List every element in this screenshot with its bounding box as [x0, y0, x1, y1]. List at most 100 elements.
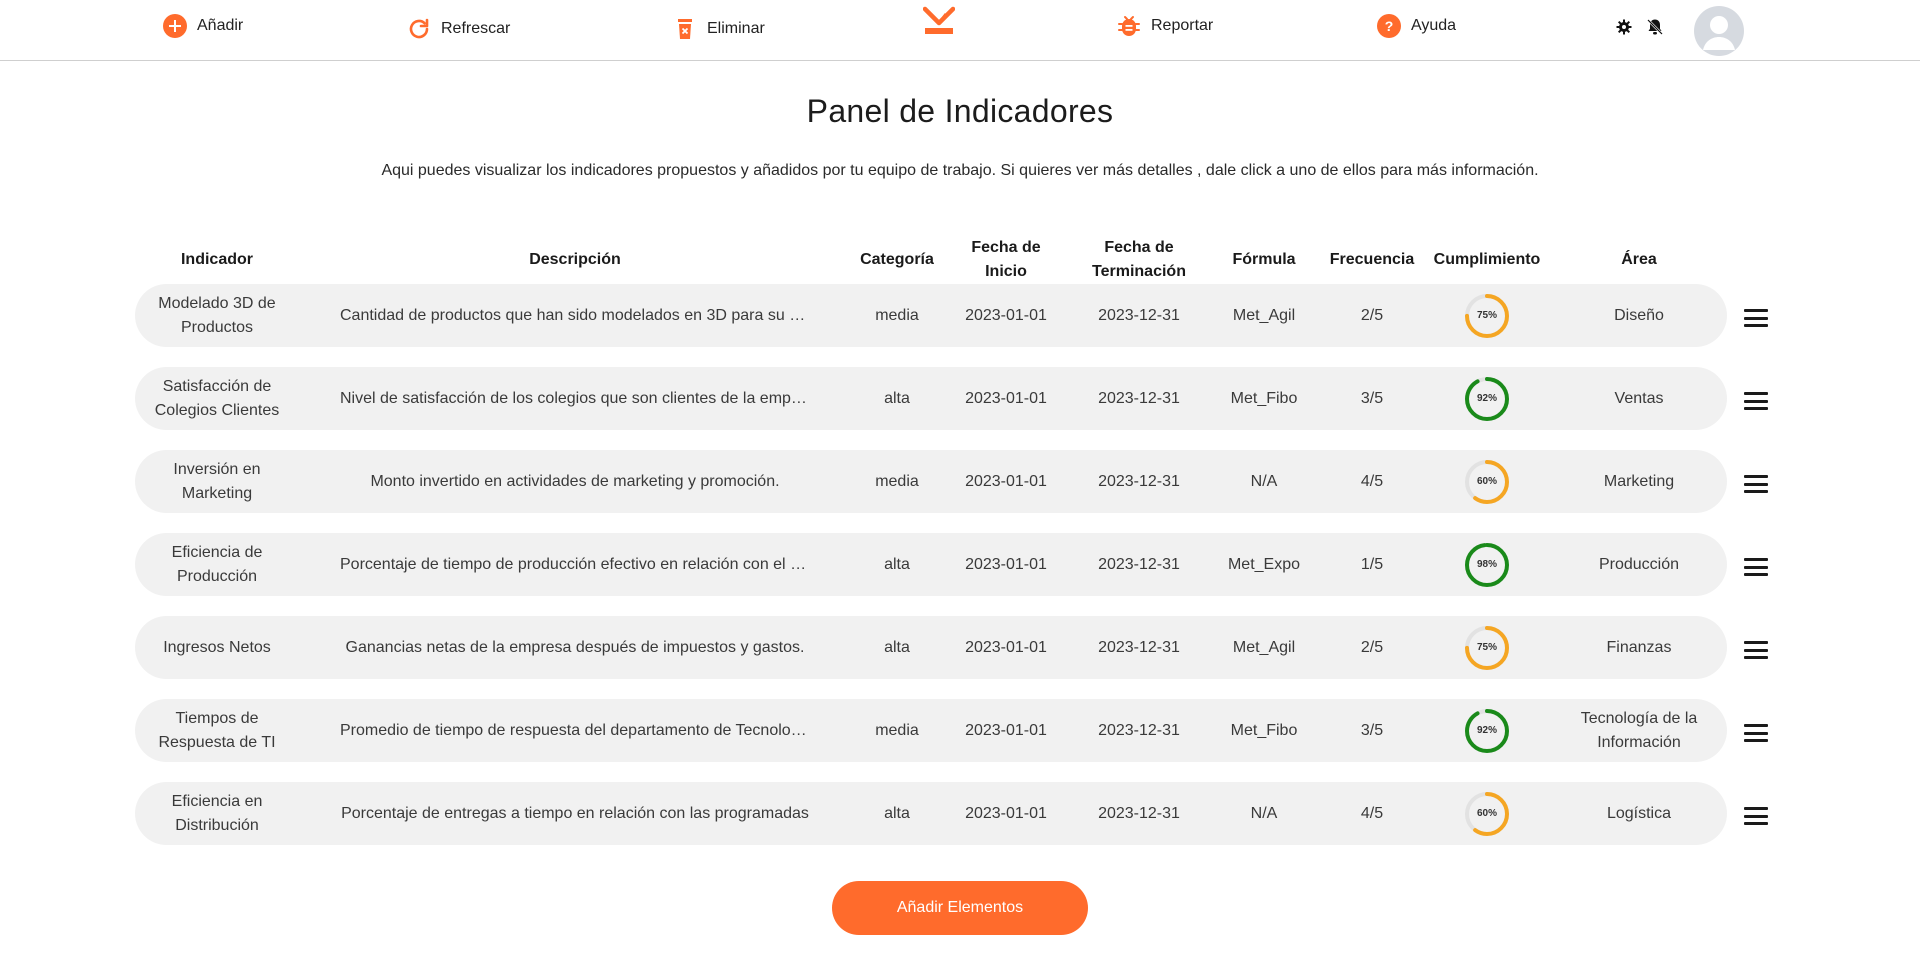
plus-circle-icon — [163, 14, 187, 38]
description-text: Ganancias netas de la empresa después de… — [345, 638, 805, 656]
cell-frequency: 1/5 — [1360, 555, 1384, 573]
add-button-label: Añadir — [197, 17, 244, 34]
cell-description: Nivel de satisfacción de los colegios qu… — [325, 367, 825, 430]
row-menu-icon[interactable] — [1742, 555, 1770, 579]
logo-icon — [922, 6, 956, 41]
cell-formula: Met_Expo — [1227, 555, 1301, 573]
compliance-percent: 92% — [1476, 392, 1497, 404]
table-row[interactable]: Modelado 3D de Productos Cantidad de prod… — [135, 284, 1727, 347]
cell-start-date: 2023-01-01 — [965, 389, 1047, 407]
description-text: Promedio de tiempo de respuesta del depa… — [340, 721, 810, 739]
bug-icon — [1117, 14, 1141, 38]
cell-category: alta — [884, 555, 910, 573]
description-text: Cantidad de productos que han sido model… — [340, 306, 810, 324]
row-menu-icon[interactable] — [1742, 638, 1770, 662]
cell-indicator: Eficiencia en Distribución — [171, 792, 263, 834]
row-menu-icon[interactable] — [1742, 472, 1770, 496]
cell-indicator: Tiempos de Respuesta de TI — [158, 709, 276, 751]
page-subtitle: Aqui puedes visualizar los indicadores p… — [381, 162, 1539, 179]
row-menu-icon[interactable] — [1742, 721, 1770, 745]
compliance-gauge: 75% — [1463, 624, 1511, 672]
header-compliance: Cumplimiento — [1433, 251, 1541, 268]
cell-start-date: 2023-01-01 — [965, 804, 1047, 822]
compliance-percent: 75% — [1476, 641, 1497, 653]
cell-formula: Met_Fibo — [1230, 389, 1298, 407]
svg-text:?: ? — [1385, 18, 1394, 34]
cell-frequency: 2/5 — [1360, 638, 1384, 656]
cell-start-date: 2023-01-01 — [965, 555, 1047, 573]
cell-end-date: 2023-12-31 — [1098, 306, 1180, 324]
page-title: Panel de Indicadores — [806, 93, 1114, 129]
header-description: Descripción — [529, 251, 621, 268]
cell-frequency: 4/5 — [1360, 472, 1384, 490]
cell-frequency: 3/5 — [1360, 389, 1384, 407]
cell-category: alta — [884, 804, 910, 822]
header-start-date: Fecha de Inicio — [971, 239, 1041, 280]
help-button[interactable]: ? Ayuda — [1377, 11, 1456, 41]
add-button[interactable]: Añadir — [163, 11, 243, 41]
cell-category: media — [875, 472, 919, 490]
row-menu-icon[interactable] — [1742, 804, 1770, 828]
add-elements-button[interactable]: Añadir Elementos — [832, 881, 1088, 935]
delete-button[interactable]: Eliminar — [673, 14, 765, 44]
cell-end-date: 2023-12-31 — [1098, 721, 1180, 739]
bell-off-icon — [1646, 18, 1664, 41]
report-button-label: Reportar — [1151, 17, 1214, 34]
cell-description: Porcentaje de tiempo de producción efect… — [325, 533, 825, 596]
cell-indicator: Modelado 3D de Productos — [158, 294, 276, 336]
question-circle-icon: ? — [1377, 14, 1401, 38]
cell-description: Cantidad de productos que han sido model… — [325, 284, 825, 347]
cell-formula: N/A — [1250, 804, 1278, 822]
notifications-button[interactable] — [1644, 18, 1666, 40]
cell-description: Monto invertido en actividades de market… — [325, 450, 825, 513]
table-row[interactable]: Tiempos de Respuesta de TI Promedio de ti… — [135, 699, 1727, 762]
cell-end-date: 2023-12-31 — [1098, 638, 1180, 656]
cell-start-date: 2023-01-01 — [965, 721, 1047, 739]
compliance-gauge: 75% — [1463, 292, 1511, 340]
cell-start-date: 2023-01-01 — [965, 306, 1047, 324]
cell-area: Diseño — [1614, 306, 1664, 324]
cell-area: Producción — [1598, 555, 1680, 573]
compliance-gauge: 60% — [1463, 790, 1511, 838]
description-text: Nivel de satisfacción de los colegios qu… — [340, 389, 810, 407]
compliance-percent: 60% — [1476, 475, 1497, 487]
cell-compliance: 98% — [1422, 533, 1552, 596]
row-menu-icon[interactable] — [1742, 389, 1770, 413]
cell-indicator: Eficiencia de Producción — [171, 543, 263, 585]
cell-description: Porcentaje de entregas a tiempo en relac… — [325, 782, 825, 845]
settings-button[interactable] — [1613, 18, 1635, 40]
compliance-percent: 92% — [1476, 724, 1497, 736]
cell-start-date: 2023-01-01 — [965, 638, 1047, 656]
report-button[interactable]: Reportar — [1117, 11, 1213, 41]
row-menu-icon[interactable] — [1742, 306, 1770, 330]
cell-indicator: Satisfacción de Colegios Clientes — [154, 377, 280, 419]
cell-frequency: 3/5 — [1360, 721, 1384, 739]
header-formula: Fórmula — [1232, 251, 1296, 268]
cell-frequency: 4/5 — [1360, 804, 1384, 822]
table-row[interactable]: Satisfacción de Colegios Clientes Nivel d… — [135, 367, 1727, 430]
gear-icon — [1616, 19, 1632, 40]
compliance-gauge: 98% — [1463, 541, 1511, 589]
cell-area: Logística — [1606, 804, 1672, 822]
table-row[interactable]: Eficiencia de Producción Porcentaje de ti… — [135, 533, 1727, 596]
user-icon — [1703, 16, 1735, 50]
delete-button-label: Eliminar — [707, 20, 765, 37]
refresh-button[interactable]: Refrescar — [407, 14, 510, 44]
cell-compliance: 60% — [1422, 450, 1552, 513]
cell-end-date: 2023-12-31 — [1098, 389, 1180, 407]
cell-area: Tecnología de la Información — [1580, 709, 1698, 751]
cell-category: alta — [884, 389, 910, 407]
cell-start-date: 2023-01-01 — [965, 472, 1047, 490]
cell-compliance: 60% — [1422, 782, 1552, 845]
user-avatar[interactable] — [1694, 6, 1744, 56]
brand-logo[interactable] — [922, 6, 956, 41]
table-row[interactable]: Eficiencia en Distribución Porcentaje de … — [135, 782, 1727, 845]
cell-end-date: 2023-12-31 — [1098, 804, 1180, 822]
cell-indicator: Inversión en Marketing — [173, 460, 261, 502]
table-row[interactable]: Inversión en Marketing Monto invertido en… — [135, 450, 1727, 513]
table-row[interactable]: Ingresos Netos Ganancias netas de la empr… — [135, 616, 1727, 679]
cell-category: media — [875, 721, 919, 739]
refresh-icon — [407, 17, 431, 41]
cell-compliance: 75% — [1422, 284, 1552, 347]
cell-compliance: 75% — [1422, 616, 1552, 679]
